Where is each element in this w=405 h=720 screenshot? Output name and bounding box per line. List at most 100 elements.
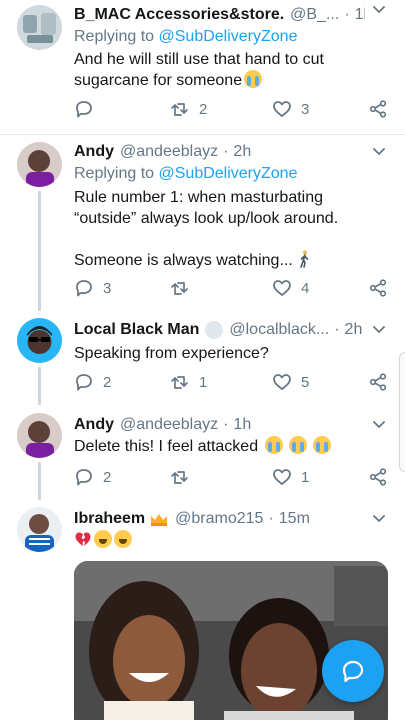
display-name[interactable]: Ibraheem [74, 510, 145, 528]
tweet-1[interactable]: B_MAC Accessories&store. @B_... · 1h Rep… [0, 0, 405, 134]
reply-button[interactable]: 2 [74, 467, 111, 487]
retweet-button[interactable] [170, 467, 199, 487]
tweet-text: Rule number 1: when masturbating “outsid… [74, 187, 385, 271]
retweet-icon [171, 282, 188, 295]
user-handle[interactable]: @andeeblayz [120, 143, 218, 161]
tweet-4[interactable]: Andy @andeeblayz · 1h Delete this! I fee… [0, 405, 405, 500]
person-walking-icon [300, 250, 309, 268]
mention-link[interactable]: @SubDeliveryZone [159, 28, 298, 45]
avatar-image [17, 142, 62, 187]
separator-dot: · [223, 416, 229, 433]
reply-button[interactable]: 3 [74, 278, 111, 298]
thread-line [38, 462, 41, 500]
chevron-down-icon[interactable] [371, 322, 387, 338]
share-button[interactable] [368, 372, 388, 392]
thread-line [38, 191, 41, 311]
retweet-icon [171, 376, 188, 389]
action-bar: 2 1 [74, 467, 394, 491]
reply-button[interactable]: 2 [74, 372, 111, 392]
compose-reply-button[interactable] [322, 640, 384, 702]
tweet-text-body: And he will still use that hand to cut s… [74, 51, 324, 89]
loudly-crying-face-icon [313, 436, 332, 454]
avatar-image [17, 413, 62, 458]
scrollbar[interactable] [399, 352, 405, 472]
replying-prefix: Replying to [74, 28, 155, 45]
user-handle[interactable]: @localblack... [229, 321, 329, 339]
retweet-icon [171, 103, 188, 116]
tweet-text: Delete this! I feel attacked [74, 436, 385, 457]
like-button[interactable]: 4 [272, 278, 309, 298]
share-button[interactable] [368, 99, 388, 119]
status-badge-icon [205, 321, 224, 339]
timestamp[interactable]: 1h [233, 416, 251, 434]
display-name[interactable]: Andy [74, 416, 114, 434]
loudly-crying-face-icon [264, 436, 283, 454]
share-icon [369, 100, 387, 118]
chevron-down-icon[interactable] [371, 511, 387, 527]
reply-icon [76, 469, 92, 486]
tweet-text: And he will still use that hand to cut s… [74, 49, 385, 91]
display-name[interactable]: B_MAC Accessories&store. [74, 6, 284, 24]
tweet-text: Speaking from experience? [74, 343, 385, 364]
loudly-crying-face-icon [289, 436, 308, 454]
like-button[interactable]: 3 [272, 99, 309, 119]
avatar-image [17, 507, 62, 552]
avatar-image [17, 318, 62, 363]
share-button[interactable] [368, 467, 388, 487]
chevron-down-icon[interactable] [371, 2, 387, 18]
retweet-button[interactable] [170, 278, 199, 298]
user-handle[interactable]: @bramo215 [175, 510, 263, 528]
replying-to: Replying to @SubDeliveryZone [74, 165, 297, 183]
avatar[interactable] [17, 5, 62, 50]
reply-button[interactable] [74, 99, 103, 119]
timestamp[interactable]: 1h [355, 6, 365, 24]
share-button[interactable] [368, 278, 388, 298]
retweet-button[interactable]: 1 [170, 372, 207, 392]
display-name[interactable]: Andy [74, 143, 114, 161]
reply-icon [76, 280, 92, 297]
timestamp[interactable]: 15m [279, 510, 310, 528]
mention-link[interactable]: @SubDeliveryZone [159, 165, 298, 182]
replying-prefix: Replying to [74, 165, 155, 182]
display-name[interactable]: Local Black Man [74, 321, 199, 339]
chevron-down-icon[interactable] [371, 144, 387, 160]
retweet-count: 1 [199, 373, 208, 391]
action-bar: 3 4 [74, 278, 394, 302]
avatar-image [17, 5, 62, 50]
tweet-text-body: Delete this! I feel attacked [74, 438, 259, 455]
like-button[interactable]: 5 [272, 372, 309, 392]
separator-dot: · [223, 143, 229, 160]
action-bar: 2 1 5 [74, 372, 394, 396]
separator-dot: · [268, 510, 274, 527]
tweet-text [74, 530, 385, 551]
heart-icon [273, 469, 291, 485]
avatar[interactable] [17, 318, 62, 363]
like-count: 4 [301, 279, 310, 297]
timestamp[interactable]: 2h [233, 143, 251, 161]
user-handle[interactable]: @andeeblayz [120, 416, 218, 434]
avatar[interactable] [17, 142, 62, 187]
loudly-crying-face-icon [244, 70, 263, 88]
chevron-down-icon[interactable] [371, 417, 387, 433]
retweet-icon [171, 471, 188, 484]
timestamp[interactable]: 2h [345, 321, 363, 339]
tweet-2[interactable]: Andy @andeeblayz · 2h Replying to @SubDe… [0, 135, 405, 311]
user-handle[interactable]: @B_... [290, 6, 339, 24]
avatar[interactable] [17, 507, 62, 552]
reply-icon [76, 374, 92, 391]
like-button[interactable]: 1 [272, 467, 309, 487]
avatar[interactable] [17, 413, 62, 458]
reply-icon [76, 101, 92, 118]
tweet-3[interactable]: Local Black Man @localblack... · 2h Spea… [0, 310, 405, 405]
retweet-button[interactable]: 2 [170, 99, 207, 119]
tweet-text-body: Speaking from experience? [74, 345, 269, 362]
broken-heart-icon [75, 532, 91, 546]
crown-icon [151, 514, 168, 526]
face-with-tears-of-joy-icon [114, 530, 132, 548]
share-icon [369, 468, 387, 486]
like-count: 5 [301, 373, 310, 391]
share-icon [369, 373, 387, 391]
thread-line [38, 367, 41, 405]
heart-icon [273, 280, 291, 296]
share-icon [369, 279, 387, 297]
